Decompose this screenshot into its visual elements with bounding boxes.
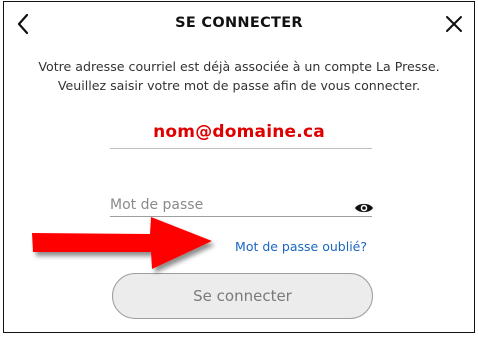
close-button[interactable]	[442, 11, 466, 37]
red-arrow-icon	[32, 217, 212, 269]
email-underline	[110, 148, 372, 149]
login-button-label: Se connecter	[193, 287, 292, 305]
email-field[interactable]: nom@domaine.ca	[4, 122, 474, 142]
dialog-title: SE CONNECTER	[175, 15, 303, 31]
login-dialog: SE CONNECTER Votre adresse courriel est …	[3, 1, 475, 333]
info-message: Votre adresse courriel est déjà associée…	[38, 59, 440, 93]
forgot-password-link[interactable]: Mot de passe oublié?	[235, 239, 367, 254]
eye-icon[interactable]	[354, 201, 374, 215]
close-icon	[446, 16, 462, 32]
